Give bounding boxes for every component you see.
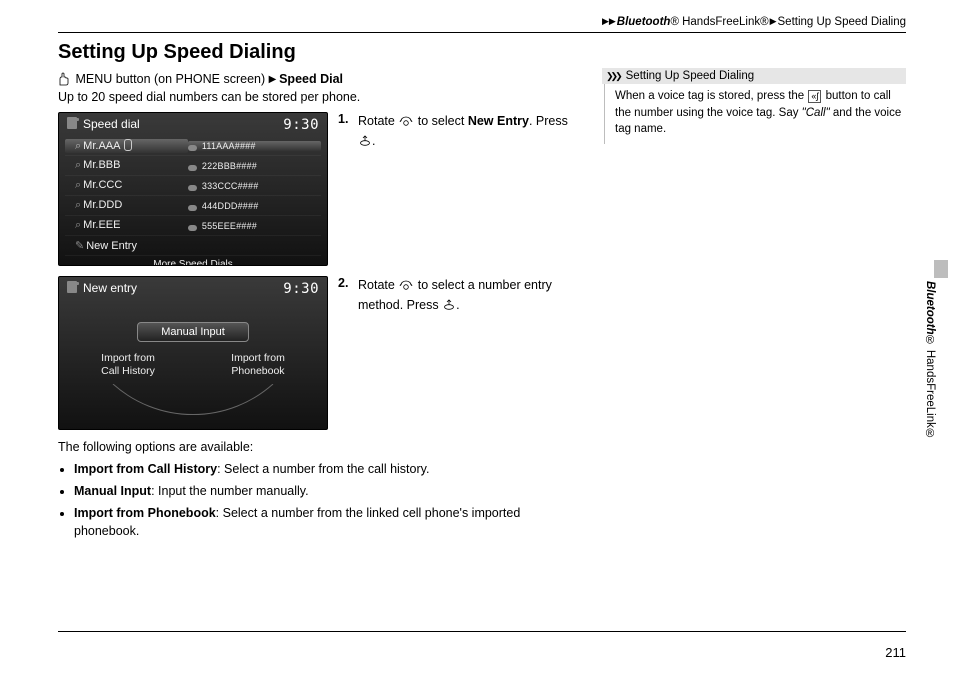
list-item: Manual Input: Input the number manually.: [74, 482, 580, 500]
press-dial-icon: [443, 298, 455, 316]
list-item: ⌕Mr.DDD444DDD####: [65, 196, 321, 216]
menu-path-right: Speed Dial: [279, 72, 343, 86]
breadcrumb-arrow-icon: ▶▶: [601, 16, 617, 26]
shot2-center-pill: Manual Input: [137, 322, 249, 342]
voice-tag-icon: [124, 139, 134, 149]
chevrons-icon: ❯❯❯: [606, 71, 626, 82]
side-tab: Bluetooth® HandsFreeLink®: [918, 260, 942, 460]
shot2-clock: 9:30: [283, 281, 319, 297]
hand-icon: [58, 72, 70, 86]
shot1-clock: 9:30: [283, 117, 319, 133]
page-number: 211: [885, 645, 906, 660]
list-item: ⌕Mr.AAA111AAA####: [65, 136, 321, 156]
note-title: Setting Up Speed Dialing: [626, 70, 755, 82]
phone-icon: [67, 117, 77, 129]
breadcrumb-sec1-a: Bluetooth: [617, 16, 671, 28]
screenshot-speed-dial: Speed dial 9:30 ⌕Mr.AAA111AAA#### ⌕Mr.BB…: [58, 112, 328, 266]
options-list: Import from Call History: Select a numbe…: [58, 460, 580, 541]
intro-text: Up to 20 speed dial numbers can be store…: [58, 90, 580, 104]
breadcrumb-arrow-icon: ▶: [769, 16, 778, 26]
shot2-right-opt: Import from Phonebook: [213, 352, 303, 378]
triangle-icon: ▶: [269, 74, 279, 85]
rotate-dial-icon: [399, 278, 413, 296]
list-item: ⌕Mr.EEE555EEE####: [65, 216, 321, 236]
rule-line: [58, 631, 906, 632]
arc-icon: [103, 384, 283, 418]
step1-text: Rotate: [358, 114, 398, 128]
step-number: 2.: [338, 276, 352, 316]
screenshot-new-entry: New entry 9:30 Manual Input Import from …: [58, 276, 328, 430]
step-1: 1. Rotate to select New Entry. Press .: [338, 112, 580, 152]
menu-path: MENU button (on PHONE screen) ▶ Speed Di…: [58, 72, 580, 86]
list-item: Import from Phonebook: Select a number f…: [74, 504, 580, 540]
breadcrumb-sec2: Setting Up Speed Dialing: [778, 16, 907, 28]
rule-line: [58, 32, 906, 33]
shot2-left-opt: Import from Call History: [83, 352, 173, 378]
talk-button-icon: «ʃ: [808, 90, 821, 103]
page-title: Setting Up Speed Dialing: [58, 41, 906, 64]
press-dial-icon: [359, 134, 371, 152]
rotate-dial-icon: [399, 114, 413, 132]
note-body: When a voice tag is stored, press the «ʃ…: [604, 84, 906, 144]
list-item: ✎New Entry: [65, 236, 321, 256]
step-number: 1.: [338, 112, 352, 152]
shot1-title: Speed dial: [83, 117, 140, 131]
list-item: ⌕Mr.BBB222BBB####: [65, 156, 321, 176]
list-item: Import from Call History: Select a numbe…: [74, 460, 580, 478]
breadcrumb: ▶▶Bluetooth® HandsFreeLink®▶Setting Up S…: [58, 16, 906, 30]
shot1-more: More Speed Dials: [59, 259, 327, 266]
phone-icon: [67, 281, 77, 293]
note-header: ❯❯❯ Setting Up Speed Dialing: [602, 68, 906, 84]
options-intro: The following options are available:: [58, 440, 580, 454]
step-2: 2. Rotate to select a number entry metho…: [338, 276, 580, 316]
menu-path-left: MENU button (on PHONE screen): [75, 72, 265, 86]
list-item: ⌕Mr.CCC333CCC####: [65, 176, 321, 196]
shot2-title: New entry: [83, 281, 137, 295]
breadcrumb-sec1-b: ® HandsFreeLink®: [670, 16, 768, 28]
